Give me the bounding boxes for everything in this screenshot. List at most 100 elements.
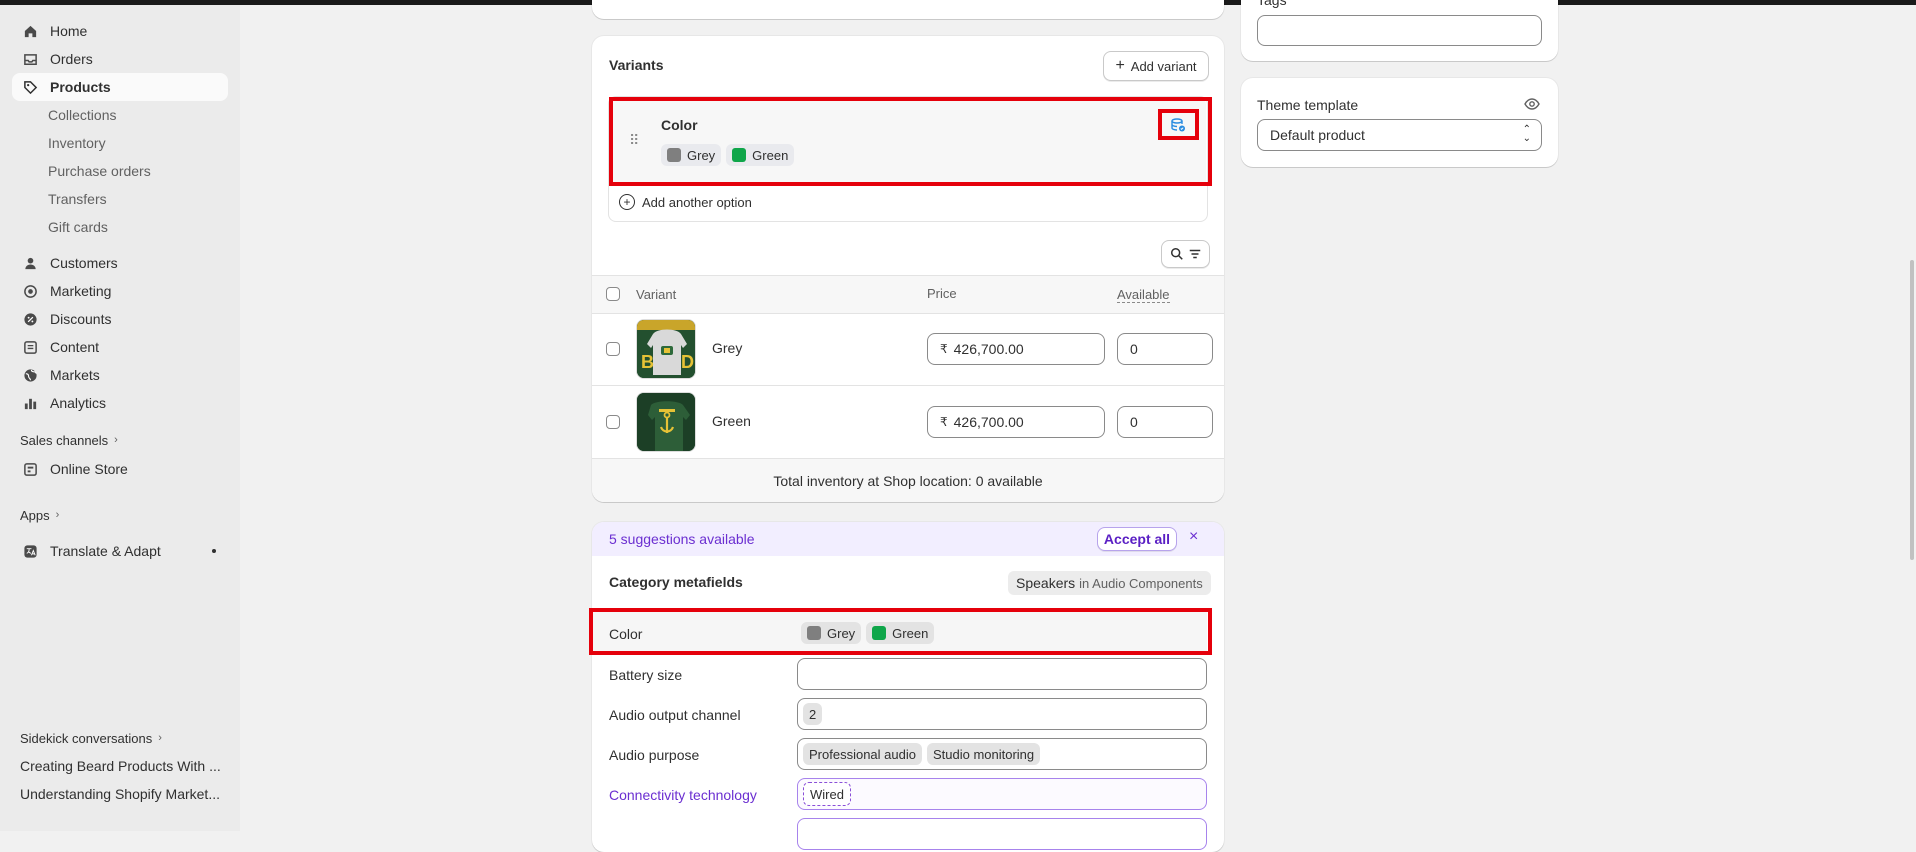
next-metafield-input[interactable] [797,818,1207,850]
sidebar-item-content[interactable]: Content [12,333,228,361]
add-option-label: Add another option [642,194,752,210]
sidebar-item-analytics[interactable]: Analytics [12,389,228,417]
search-icon [1170,248,1183,260]
audio-channel-input[interactable]: 2 [797,698,1207,730]
sidebar-item-label: Markets [50,367,100,383]
add-variant-label: Add variant [1130,58,1197,74]
sidebar-item-markets[interactable]: Markets [12,361,228,389]
chevron-right-icon: › [55,509,60,521]
suggested-tag: Wired [803,782,851,806]
connectivity-input[interactable]: Wired [797,778,1207,810]
sidebar-item-discounts[interactable]: Discounts [12,305,228,333]
sidebar-item-customers[interactable]: Customers [12,249,228,277]
notification-dot [212,549,216,553]
variants-title: Variants [609,57,664,73]
sidebar-subitem-inventory[interactable]: Inventory [48,129,106,157]
audio-purpose-input[interactable]: Professional audio Studio monitoring [797,738,1207,770]
theme-template-value: Default product [1270,127,1365,143]
sidebar-item-label: Analytics [50,395,107,411]
tags-input[interactable] [1257,15,1542,46]
metafield-tag: Studio monitoring [926,743,1041,765]
sidebar-sales-channels[interactable]: Sales channels › [20,428,118,452]
metafield-label-audio-purpose: Audio purpose [609,747,700,763]
sidebar: Home Orders Products Collections Invento… [0,5,240,831]
variant-name: Grey [712,340,743,356]
sidebar-item-label: Marketing [50,283,112,299]
chevron-right-icon: › [158,732,162,744]
metafield-linked-icon[interactable] [1166,115,1190,135]
sidebar-item-translate-adapt[interactable]: Translate & Adapt [12,537,228,565]
svg-text:D: D [681,352,694,372]
home-icon [22,23,38,39]
sidebar-item-label: Translate & Adapt [50,543,161,559]
chevron-right-icon: › [114,434,118,446]
battery-size-input[interactable] [797,658,1207,690]
variant-image[interactable] [636,392,696,452]
category-badge[interactable]: Speakers in Audio Components [1008,571,1211,595]
plus-icon: + [1115,57,1125,74]
option-row[interactable] [610,98,1206,184]
sidebar-apps[interactable]: Apps › [20,503,59,527]
available-input[interactable]: 0 [1117,406,1213,438]
sales-channels-label: Sales channels [20,432,109,448]
color-swatch-green [732,148,747,162]
select-all-checkbox[interactable] [606,287,620,301]
color-swatch-green [872,626,887,640]
metafield-tag: Professional audio [803,743,922,765]
suggestions-text: 5 suggestions available [609,531,755,547]
discount-icon [22,311,38,327]
sidebar-subitem-collections[interactable]: Collections [48,101,116,129]
svg-text:B: B [641,352,654,372]
price-value: 426,700.00 [953,341,1024,357]
metafield-label-audio-channel: Audio output channel [609,707,741,723]
select-chevron-icon: ⌃ ⌄ [1522,124,1531,144]
search-filter-button[interactable] [1161,240,1210,268]
sidebar-item-marketing[interactable]: Marketing [12,277,228,305]
person-icon [22,255,38,271]
add-variant-button[interactable]: + Add variant [1103,51,1209,81]
sidebar-item-label: Customers [50,255,118,271]
sidebar-item-products[interactable]: Products [12,73,228,101]
option-name: Color [661,117,698,133]
price-input[interactable]: ₹ 426,700.00 [927,406,1105,438]
variant-image[interactable]: BD [636,319,696,379]
color-swatch-grey [667,148,681,162]
sidebar-sidekick-conversations[interactable]: Sidekick conversations › [20,726,162,750]
conversation-item[interactable]: Creating Beard Products With ... [20,754,221,778]
sidebar-item-orders[interactable]: Orders [12,45,228,73]
row-checkbox[interactable] [606,415,620,429]
price-value: 426,700.00 [953,414,1024,430]
apps-label: Apps [20,507,50,523]
sidebar-item-online-store[interactable]: Online Store [12,455,228,483]
color-swatch-grey [807,626,821,640]
theme-template-select[interactable]: Default product ⌃ ⌄ [1257,119,1542,151]
add-another-option-button[interactable]: + Add another option [619,194,752,210]
category-name: Speakers [1016,575,1076,591]
close-icon[interactable]: × [1189,528,1198,546]
row-checkbox[interactable] [606,342,620,356]
scrollbar-thumb[interactable] [1910,260,1914,560]
available-input[interactable]: 0 [1117,333,1213,365]
column-available[interactable]: Available [1117,287,1170,303]
metafield-label-connectivity: Connectivity technology [609,787,757,803]
metafields-title: Category metafields [609,574,743,590]
sidebar-item-home[interactable]: Home [12,17,228,45]
content-icon [22,339,38,355]
color-metafield-values[interactable]: Grey Green [801,622,939,644]
available-value: 0 [1130,341,1138,357]
available-value: 0 [1130,414,1138,430]
drag-handle-icon[interactable]: ⠿ [629,132,639,149]
conversation-item[interactable]: Understanding Shopify Market... [20,782,220,806]
store-icon [22,461,38,477]
sidebar-subitem-gift-cards[interactable]: Gift cards [48,213,108,241]
eye-icon[interactable] [1524,97,1540,114]
option-value-chip: Grey [661,144,722,166]
metafield-label-color: Color [609,626,643,642]
accept-all-button[interactable]: Accept all [1097,527,1177,551]
sidebar-subitem-transfers[interactable]: Transfers [48,185,107,213]
sidebar-subitem-purchase-orders[interactable]: Purchase orders [48,157,151,185]
variant-name: Green [712,413,751,429]
sidebar-item-label: Discounts [50,311,112,327]
price-input[interactable]: ₹ 426,700.00 [927,333,1105,365]
option-value-chip: Green [726,144,795,166]
